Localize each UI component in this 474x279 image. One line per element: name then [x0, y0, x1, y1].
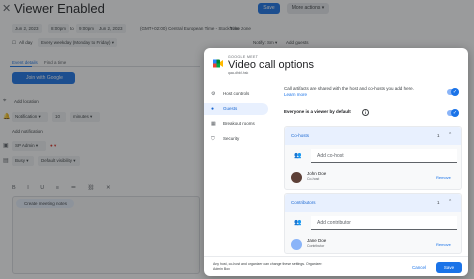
avatar	[291, 172, 302, 183]
nav-label: Guests	[223, 106, 238, 111]
video-call-options-dialog: GOOGLE MEET Video call options qaa-dhkf-…	[204, 48, 468, 276]
learn-more-link[interactable]: Learn more	[284, 92, 307, 97]
nav-guests[interactable]: ● Guests	[204, 103, 268, 115]
shield-icon: ⛉	[211, 136, 215, 142]
viewer-default-toggle[interactable]: ✓	[447, 109, 459, 117]
list-item: Jane Doe Contributor Remove	[291, 238, 457, 252]
meet-code: qaa-dhkf-hsk	[228, 71, 249, 75]
google-meet-icon	[213, 59, 223, 68]
avatar	[291, 239, 302, 250]
dialog-title: Video call options	[228, 59, 315, 71]
add-cohost-input[interactable]: Add co-host	[311, 149, 457, 163]
chevron-up-icon[interactable]: ⌃	[448, 199, 452, 205]
add-person-icon: 👥	[294, 153, 302, 159]
nav-security[interactable]: ⛉ Security	[204, 133, 268, 145]
artifacts-setting: Call artifacts are shared with the host …	[284, 86, 424, 98]
person-name: John Doe	[307, 171, 327, 176]
breakout-icon: ▦	[211, 121, 216, 127]
contributors-count: 1	[437, 200, 440, 205]
viewer-default-label: Everyone is a viewer by default	[284, 109, 351, 114]
contributors-title: Contributors	[291, 200, 316, 205]
cohosts-title: Co-hosts	[291, 133, 310, 138]
nav-label: Host controls	[223, 91, 250, 96]
nav-breakout-rooms[interactable]: ▦ Breakout rooms	[204, 118, 268, 130]
cohosts-count: 1	[437, 133, 440, 138]
check-icon: ✓	[451, 88, 459, 96]
gear-icon: ⚙	[211, 91, 216, 97]
list-item: John Doe Co-host Remove	[291, 171, 457, 185]
chevron-up-icon[interactable]: ⌃	[448, 132, 452, 138]
remove-cohost-button[interactable]: Remove	[436, 175, 451, 180]
contributors-header[interactable]: Contributors 1 ⌃	[285, 194, 461, 212]
person-role: Co-host	[307, 177, 320, 181]
add-person-icon: 👥	[294, 220, 302, 226]
viewer-default-setting: Everyone is a viewer by default	[284, 109, 351, 115]
footer-note: Any host, co-host and organizer can chan…	[213, 262, 323, 271]
artifacts-toggle[interactable]: ✓	[447, 88, 459, 96]
add-contributor-row: 👥 Add contributor	[291, 216, 457, 230]
add-cohost-row: 👥 Add co-host	[291, 149, 457, 163]
dialog-footer: Any host, co-host and organizer can chan…	[204, 256, 468, 276]
add-contributor-input[interactable]: Add contributor	[311, 216, 457, 230]
cohosts-header[interactable]: Co-hosts 1 ⌃	[285, 127, 461, 145]
cancel-button[interactable]: Cancel	[408, 262, 430, 273]
info-icon[interactable]: i	[362, 109, 369, 116]
artifacts-text: Call artifacts are shared with the host …	[284, 86, 414, 91]
cohosts-section: Co-hosts 1 ⌃ 👥 Add co-host John Doe Co-h…	[284, 126, 462, 190]
nav-host-controls[interactable]: ⚙ Host controls	[204, 88, 268, 100]
person-icon: ●	[211, 106, 215, 112]
nav-label: Security	[223, 136, 240, 141]
person-name: Jane Doe	[307, 238, 327, 243]
check-icon: ✓	[451, 109, 459, 117]
remove-contributor-button[interactable]: Remove	[436, 242, 451, 247]
guests-panel: Call artifacts are shared with the host …	[284, 84, 462, 254]
contributors-section: Contributors 1 ⌃ 👥 Add contributor Jane …	[284, 193, 462, 254]
nav-label: Breakout rooms	[223, 121, 255, 126]
save-button[interactable]: Save	[436, 262, 462, 273]
person-role: Contributor	[307, 244, 325, 248]
